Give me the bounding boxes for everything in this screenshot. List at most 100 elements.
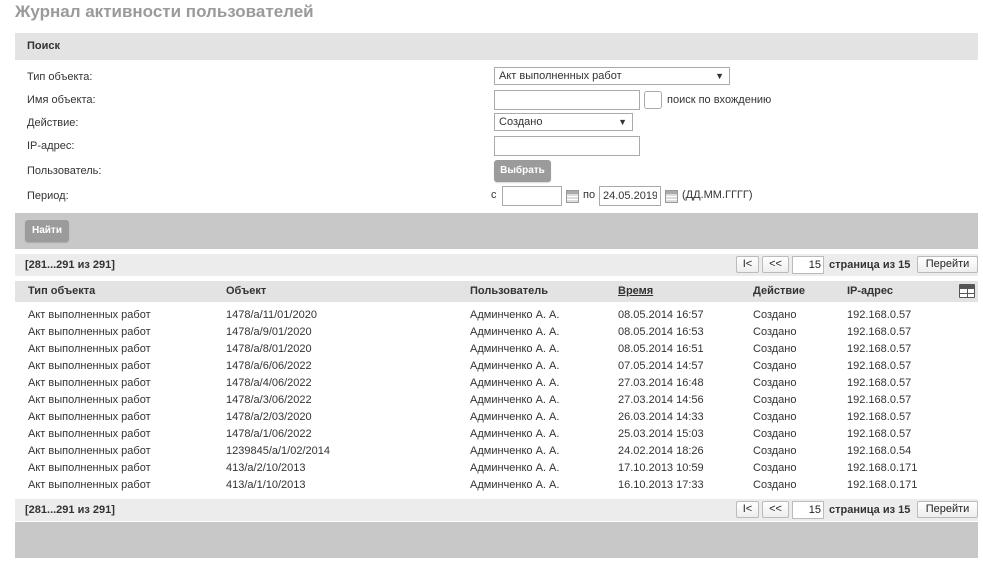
- cell-action: Создано: [753, 462, 797, 474]
- cell-time: 26.03.2014 14:33: [618, 411, 704, 423]
- pager-range: [281...291 из 291]: [25, 504, 115, 516]
- cell-user: Админченко А. А.: [470, 462, 560, 474]
- search-footer: Найти: [15, 213, 978, 249]
- action-select[interactable]: Создано ▼: [494, 113, 633, 131]
- table-row[interactable]: Акт выполненных работ 1478/а/1/06/2022 Адм…: [15, 426, 978, 443]
- search-form: Тип объекта: Акт выполненных работ ▼ Имя…: [15, 60, 978, 213]
- ip-input[interactable]: [494, 136, 640, 156]
- cell-object: 1478/а/3/06/2022: [226, 394, 312, 406]
- cell-user: Админченко А. А.: [470, 428, 560, 440]
- page-number-input[interactable]: 15: [792, 501, 824, 519]
- table-row[interactable]: Акт выполненных работ 1478/а/4/06/2022 Адм…: [15, 375, 978, 392]
- go-page-button[interactable]: Перейти: [917, 501, 978, 518]
- cell-object-type: Акт выполненных работ: [28, 394, 151, 406]
- cell-user: Админченко А. А.: [470, 394, 560, 406]
- page-number-input[interactable]: 15: [792, 256, 824, 274]
- page-of-label: страница из 15: [829, 504, 911, 516]
- cell-object-type: Акт выполненных работ: [28, 428, 151, 440]
- substring-search-checkbox[interactable]: [644, 91, 662, 109]
- table-row[interactable]: Акт выполненных работ 413/а/1/10/2013 Адми…: [15, 477, 978, 494]
- cell-action: Создано: [753, 326, 797, 338]
- cell-user: Админченко А. А.: [470, 411, 560, 423]
- cell-ip: 192.168.0.54: [847, 445, 912, 457]
- calendar-icon[interactable]: [665, 190, 678, 203]
- activity-log-page: Журнал активности пользователей Поиск Ти…: [0, 0, 983, 561]
- cell-object-type: Акт выполненных работ: [28, 445, 151, 457]
- cell-ip: 192.168.0.57: [847, 411, 912, 423]
- object-type-label: Тип объекта:: [27, 71, 93, 83]
- cell-object: 1478/а/9/01/2020: [226, 326, 312, 338]
- cell-time: 16.10.2013 17:33: [618, 479, 704, 491]
- cell-object: 1239845/а/1/02/2014: [226, 445, 330, 457]
- cell-object-type: Акт выполненных работ: [28, 360, 151, 372]
- table-row[interactable]: Акт выполненных работ 1478/а/3/06/2022 Адм…: [15, 392, 978, 409]
- cell-action: Создано: [753, 377, 797, 389]
- date-format-hint: (ДД.ММ.ГГГГ): [682, 189, 753, 201]
- select-user-button[interactable]: Выбрать: [494, 160, 551, 182]
- column-header-object-type: Тип объекта: [28, 285, 96, 297]
- pager-top: [281...291 из 291] I< << 15 страница из …: [15, 254, 978, 276]
- cell-object: 1478/а/2/03/2020: [226, 411, 312, 423]
- period-from-input[interactable]: [502, 186, 562, 206]
- cell-action: Создано: [753, 360, 797, 372]
- cell-object: 413/а/1/10/2013: [226, 479, 306, 491]
- cell-object-type: Акт выполненных работ: [28, 462, 151, 474]
- table-row[interactable]: Акт выполненных работ 1478/а/11/01/2020 Ад…: [15, 307, 978, 324]
- cell-time: 08.05.2014 16:53: [618, 326, 704, 338]
- column-header-object: Объект: [226, 285, 267, 297]
- period-to-input[interactable]: [599, 186, 661, 206]
- cell-ip: 192.168.0.171: [847, 462, 918, 474]
- page-title: Журнал активности пользователей: [15, 2, 314, 21]
- cell-object: 1478/а/11/01/2020: [226, 309, 317, 321]
- column-header-action: Действие: [753, 285, 805, 297]
- cell-action: Создано: [753, 445, 797, 457]
- cell-user: Админченко А. А.: [470, 326, 560, 338]
- substring-search-label: поиск по вхождению: [667, 94, 772, 106]
- search-header: Поиск: [15, 33, 978, 60]
- table-row[interactable]: Акт выполненных работ 1478/а/2/03/2020 Адм…: [15, 409, 978, 426]
- cell-ip: 192.168.0.57: [847, 428, 912, 440]
- first-page-button[interactable]: I<: [736, 256, 759, 273]
- cell-time: 07.05.2014 14:57: [618, 360, 704, 372]
- find-button[interactable]: Найти: [25, 220, 69, 242]
- cell-time: 27.03.2014 14:56: [618, 394, 704, 406]
- go-page-button[interactable]: Перейти: [917, 256, 978, 273]
- bottom-bar: [15, 522, 978, 558]
- dropdown-arrow-icon: ▼: [715, 71, 724, 81]
- cell-ip: 192.168.0.171: [847, 479, 918, 491]
- activity-table: Тип объекта Объект Пользователь Время Де…: [15, 281, 978, 494]
- column-header-ip: IP-адрес: [847, 285, 893, 297]
- cell-user: Админченко А. А.: [470, 309, 560, 321]
- user-label: Пользователь:: [27, 165, 102, 177]
- table-row[interactable]: Акт выполненных работ 1478/а/9/01/2020 Адм…: [15, 324, 978, 341]
- pager-range: [281...291 из 291]: [25, 259, 115, 271]
- object-type-select[interactable]: Акт выполненных работ ▼: [494, 67, 730, 85]
- prev-page-button[interactable]: <<: [762, 256, 789, 273]
- column-header-user: Пользователь: [470, 285, 549, 297]
- cell-time: 08.05.2014 16:57: [618, 309, 704, 321]
- table-row[interactable]: Акт выполненных работ 1478/а/6/06/2022 Адм…: [15, 358, 978, 375]
- cell-object: 1478/а/1/06/2022: [226, 428, 312, 440]
- cell-object: 1478/а/8/01/2020: [226, 343, 312, 355]
- object-name-input[interactable]: [494, 90, 640, 110]
- table-row[interactable]: Акт выполненных работ 1239845/а/1/02/2014…: [15, 443, 978, 460]
- cell-ip: 192.168.0.57: [847, 360, 912, 372]
- cell-object: 413/а/2/10/2013: [226, 462, 306, 474]
- cell-object-type: Акт выполненных работ: [28, 377, 151, 389]
- table-row[interactable]: Акт выполненных работ 413/а/2/10/2013 Адми…: [15, 460, 978, 477]
- table-body: Акт выполненных работ 1478/а/11/01/2020 Ад…: [15, 302, 978, 494]
- prev-page-button[interactable]: <<: [762, 501, 789, 518]
- page-of-label: страница из 15: [829, 259, 911, 271]
- period-label: Период:: [27, 190, 69, 202]
- column-settings-icon[interactable]: [959, 284, 975, 298]
- cell-time: 25.03.2014 15:03: [618, 428, 704, 440]
- calendar-icon[interactable]: [566, 190, 579, 203]
- object-type-value: Акт выполненных работ: [499, 70, 622, 82]
- cell-action: Создано: [753, 343, 797, 355]
- cell-object-type: Акт выполненных работ: [28, 343, 151, 355]
- first-page-button[interactable]: I<: [736, 501, 759, 518]
- column-header-time[interactable]: Время: [618, 281, 653, 302]
- table-row[interactable]: Акт выполненных работ 1478/а/8/01/2020 Адм…: [15, 341, 978, 358]
- dropdown-arrow-icon: ▼: [618, 117, 627, 127]
- cell-ip: 192.168.0.57: [847, 377, 912, 389]
